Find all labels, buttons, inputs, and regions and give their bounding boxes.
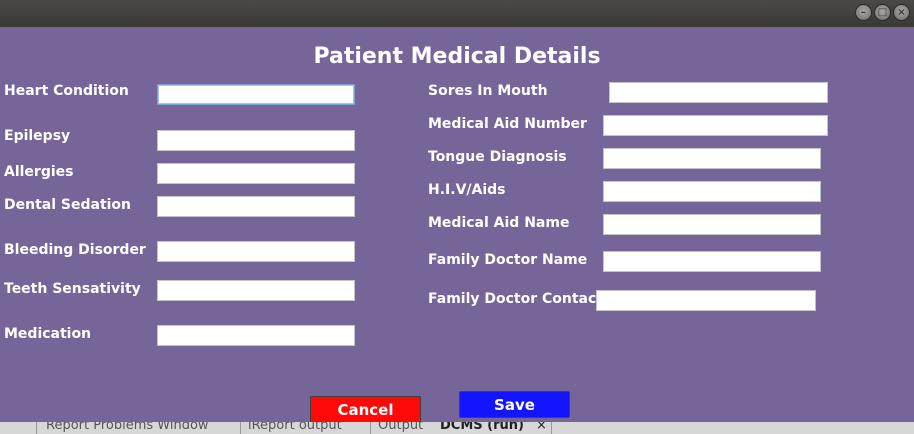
page-title: Patient Medical Details <box>313 44 601 69</box>
dental-sedation-input[interactable] <box>157 196 355 217</box>
medical-aid-name-label: Medical Aid Name <box>428 215 570 231</box>
tab-divider <box>370 422 371 434</box>
save-button[interactable]: Save <box>459 391 570 418</box>
allergies-label: Allergies <box>4 164 74 180</box>
family-doctor-name-input[interactable] <box>603 251 821 272</box>
dental-sedation-label: Dental Sedation <box>4 197 132 213</box>
medical-aid-number-label: Medical Aid Number <box>428 116 587 132</box>
window-titlebar: – □ × <box>0 0 914 27</box>
allergies-input[interactable] <box>157 163 355 184</box>
medical-aid-number-input[interactable] <box>603 115 828 136</box>
hiv-aids-input[interactable] <box>603 181 821 202</box>
close-tab-icon[interactable]: × <box>536 422 547 433</box>
sores-in-mouth-input[interactable] <box>609 82 828 103</box>
tab-divider <box>240 422 241 434</box>
medication-input[interactable] <box>157 325 355 346</box>
tongue-diagnosis-input[interactable] <box>603 148 821 169</box>
sores-in-mouth-label: Sores In Mouth <box>428 83 548 99</box>
patient-medical-form: Patient Medical Details Heart Condition … <box>0 27 914 423</box>
tab-dcms-run[interactable]: DCMS (run) <box>440 422 524 433</box>
teeth-sensativity-input[interactable] <box>157 280 355 301</box>
cancel-button[interactable]: Cancel <box>310 396 421 423</box>
heart-condition-input[interactable] <box>157 84 355 105</box>
bleeding-disorder-input[interactable] <box>157 241 355 262</box>
heart-condition-label: Heart Condition <box>4 83 129 99</box>
tab-divider <box>36 422 37 434</box>
teeth-sensativity-label: Teeth Sensativity <box>4 281 141 297</box>
bleeding-disorder-label: Bleeding Disorder <box>4 242 146 258</box>
minimize-icon[interactable]: – <box>855 4 872 21</box>
tongue-diagnosis-label: Tongue Diagnosis <box>428 149 567 165</box>
hiv-aids-label: H.I.V/Aids <box>428 182 506 198</box>
tab-output[interactable]: Output <box>378 422 423 433</box>
medical-aid-name-input[interactable] <box>603 214 821 235</box>
close-icon[interactable]: × <box>893 4 910 21</box>
tab-divider <box>551 422 552 434</box>
tab-report-problems[interactable]: Report Problems Window <box>46 422 209 433</box>
epilepsy-label: Epilepsy <box>4 128 71 144</box>
family-doctor-contact-label: Family Doctor Contact <box>428 291 603 307</box>
epilepsy-input[interactable] <box>157 130 355 151</box>
tab-ireport-output[interactable]: iReport output <box>248 422 342 433</box>
family-doctor-name-label: Family Doctor Name <box>428 252 588 268</box>
medication-label: Medication <box>4 326 92 342</box>
family-doctor-contact-input[interactable] <box>596 290 816 311</box>
maximize-icon[interactable]: □ <box>874 4 891 21</box>
ide-output-tabs: Report Problems Window iReport output Ou… <box>0 422 914 434</box>
